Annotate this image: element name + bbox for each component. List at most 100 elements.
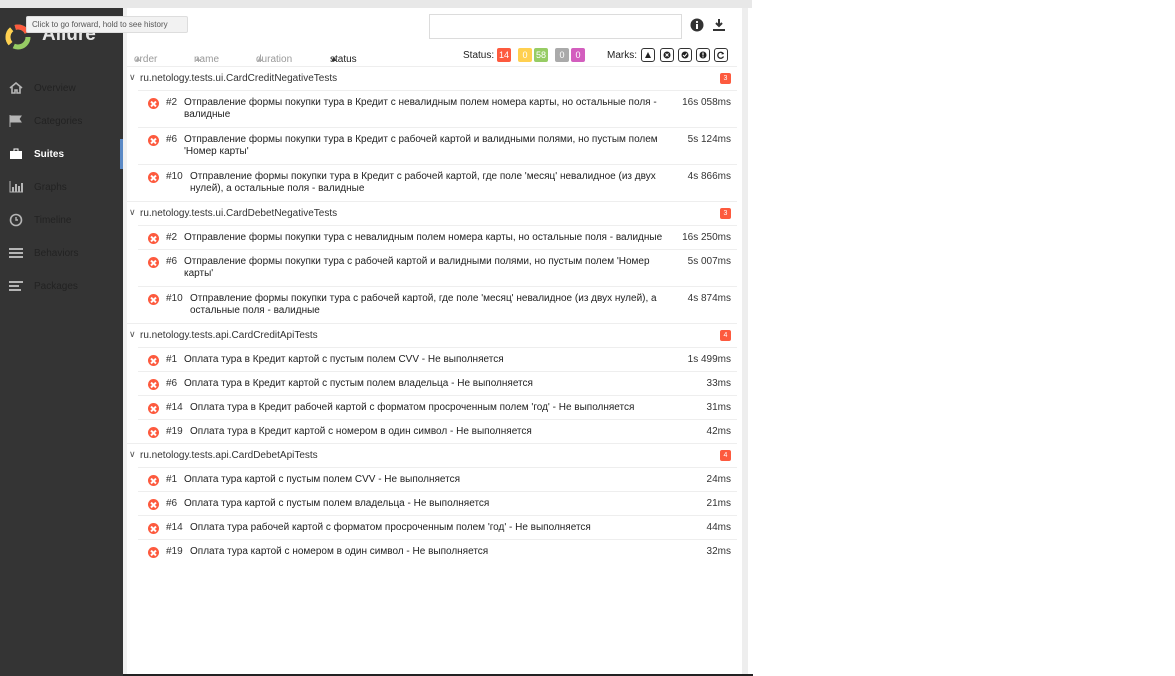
suites-toolbar xyxy=(127,8,742,46)
new-broken-mark-icon[interactable] xyxy=(696,48,710,62)
test-row[interactable]: #6 Отправление формы покупки тура с рабоч… xyxy=(138,249,737,286)
suite-group[interactable]: ∨ ru.netology.tests.ui.CardCreditNegative… xyxy=(127,66,737,90)
test-row[interactable]: #1 Оплата тура картой с пустым полем CVV … xyxy=(138,467,737,491)
sidebar-item-packages[interactable]: Packages xyxy=(0,271,123,301)
flaky-mark-icon[interactable] xyxy=(641,48,655,62)
sidebar-item-label: Timeline xyxy=(34,214,72,226)
download-icon[interactable] xyxy=(712,18,726,32)
test-row[interactable]: #10 Отправление формы покупки тура в Кред… xyxy=(138,164,737,201)
test-row[interactable]: #10 Отправление формы покупки тура с рабо… xyxy=(138,286,737,323)
align-left-icon xyxy=(8,279,24,293)
status-failed-count[interactable]: 14 xyxy=(497,48,512,62)
test-duration: 42ms xyxy=(706,426,731,437)
test-title: Оплата тура в Кредит картой с пустым пол… xyxy=(184,354,504,365)
sidebar-item-label: Packages xyxy=(34,280,78,292)
test-title: Отправление формы покупки тура с невалид… xyxy=(184,232,663,243)
sidebar-item-label: Graphs xyxy=(34,181,67,193)
sort-bar: order ▲︎ name ▲︎ duration ▲︎ status ▲︎ S… xyxy=(127,46,737,66)
test-row[interactable]: #14 Оплата тура рабочей картой с форматом… xyxy=(138,515,737,539)
sidebar-item-label: Overview xyxy=(34,82,76,94)
suite-name: ru.netology.tests.ui.CardDebetNegativeTe… xyxy=(140,208,338,219)
sidebar-item-categories[interactable]: Categories xyxy=(0,106,123,136)
status-unknown-count[interactable]: 0 xyxy=(571,48,585,62)
test-order: #10 xyxy=(166,171,183,182)
failed-status-icon xyxy=(148,523,159,534)
test-title: Оплата тура картой с номером в один симв… xyxy=(190,546,489,557)
test-duration: 5s 124ms xyxy=(687,134,731,145)
pane-resize-handle[interactable] xyxy=(742,8,748,676)
marks-label: Marks: xyxy=(607,50,637,61)
test-row[interactable]: #2 Отправление формы покупки тура с невал… xyxy=(138,225,737,249)
sidebar-item-timeline[interactable]: Timeline xyxy=(0,205,123,235)
test-order: #6 xyxy=(166,256,178,267)
new-failed-mark-icon[interactable] xyxy=(660,48,674,62)
failed-status-icon xyxy=(148,294,159,305)
test-row[interactable]: #6 Отправление формы покупки тура в Креди… xyxy=(138,127,737,164)
status-broken-count[interactable]: 0 xyxy=(518,48,532,62)
failed-status-icon xyxy=(148,135,159,146)
test-duration: 32ms xyxy=(706,546,731,557)
test-row[interactable]: #19 Оплата тура в Кредит картой с номером… xyxy=(138,419,737,443)
status-passed-count[interactable]: 58 xyxy=(534,48,549,62)
failed-status-icon xyxy=(148,475,159,486)
list-icon xyxy=(8,246,24,260)
flag-icon xyxy=(8,114,24,128)
test-duration: 1s 499ms xyxy=(687,354,731,365)
test-title: Оплата тура в Кредит рабочей картой с фо… xyxy=(190,402,635,413)
test-row[interactable]: #6 Оплата тура картой с пустым полем влад… xyxy=(138,491,737,515)
test-duration: 4s 866ms xyxy=(687,171,731,182)
test-title: Отправление формы покупки тура в Кредит … xyxy=(184,97,657,120)
sidebar-item-behaviors[interactable]: Behaviors xyxy=(0,238,123,268)
sort-icon: ▲︎ xyxy=(256,54,264,63)
test-duration: 44ms xyxy=(706,522,731,533)
search-input[interactable] xyxy=(429,14,682,39)
suites-tree: ∨ ru.netology.tests.ui.CardCreditNegative… xyxy=(127,66,737,563)
sort-icon: ▲︎ xyxy=(330,54,338,63)
new-passed-mark-icon[interactable] xyxy=(678,48,692,62)
failed-status-icon xyxy=(148,355,159,366)
suite-failed-count: 4 xyxy=(720,450,731,461)
sidebar-item-graphs[interactable]: Graphs xyxy=(0,172,123,202)
sidebar-item-suites[interactable]: Suites xyxy=(0,139,123,169)
suite-group[interactable]: ∨ ru.netology.tests.api.CardDebetApiTests… xyxy=(127,443,737,467)
test-row[interactable]: #14 Оплата тура в Кредит рабочей картой с… xyxy=(138,395,737,419)
sidebar-item-overview[interactable]: Overview xyxy=(0,73,123,103)
failed-status-icon xyxy=(148,172,159,183)
test-duration: 16s 250ms xyxy=(682,232,731,243)
status-filter-label: Status: xyxy=(463,50,495,61)
failed-status-icon xyxy=(148,98,159,109)
test-row[interactable]: #1 Оплата тура в Кредит картой с пустым п… xyxy=(138,347,737,371)
test-row[interactable]: #2 Отправление формы покупки тура в Креди… xyxy=(138,90,737,127)
suite-group[interactable]: ∨ ru.netology.tests.ui.CardDebetNegativeT… xyxy=(127,201,737,225)
suite-name: ru.netology.tests.api.CardCreditApiTests xyxy=(140,330,318,341)
window-top-strip xyxy=(0,0,752,8)
test-title: Отправление формы покупки тура в Кредит … xyxy=(184,134,658,157)
test-order: #14 xyxy=(166,522,183,533)
test-title: Оплата тура картой с пустым полем владел… xyxy=(184,498,490,509)
bar-chart-icon xyxy=(8,180,24,194)
test-order: #2 xyxy=(166,97,178,108)
suite-name: ru.netology.tests.api.CardDebetApiTests xyxy=(140,450,318,461)
sidebar-item-label: Suites xyxy=(34,148,65,160)
info-icon[interactable] xyxy=(690,18,704,32)
briefcase-icon xyxy=(8,147,24,161)
chevron-down-icon: ∨ xyxy=(129,449,136,459)
test-title: Оплата тура картой с пустым полем CVV - … xyxy=(184,474,461,485)
suite-failed-count: 4 xyxy=(720,330,731,341)
suite-failed-count: 3 xyxy=(720,73,731,84)
test-duration: 5s 007ms xyxy=(687,256,731,267)
test-duration: 4s 874ms xyxy=(687,293,731,304)
test-order: #1 xyxy=(166,474,178,485)
test-row[interactable]: #6 Оплата тура в Кредит картой с пустым п… xyxy=(138,371,737,395)
test-title: Отправление формы покупки тура в Кредит … xyxy=(190,171,656,194)
failed-status-icon xyxy=(148,427,159,438)
chevron-down-icon: ∨ xyxy=(129,207,136,217)
suite-group[interactable]: ∨ ru.netology.tests.api.CardCreditApiTest… xyxy=(127,323,737,347)
suite-failed-count: 3 xyxy=(720,208,731,219)
failed-status-icon xyxy=(148,499,159,510)
retries-mark-icon[interactable] xyxy=(714,48,728,62)
test-title: Отправление формы покупки тура с рабочей… xyxy=(184,256,650,279)
status-skipped-count[interactable]: 0 xyxy=(555,48,569,62)
test-duration: 31ms xyxy=(706,402,731,413)
test-row[interactable]: #19 Оплата тура картой с номером в один с… xyxy=(138,539,737,563)
